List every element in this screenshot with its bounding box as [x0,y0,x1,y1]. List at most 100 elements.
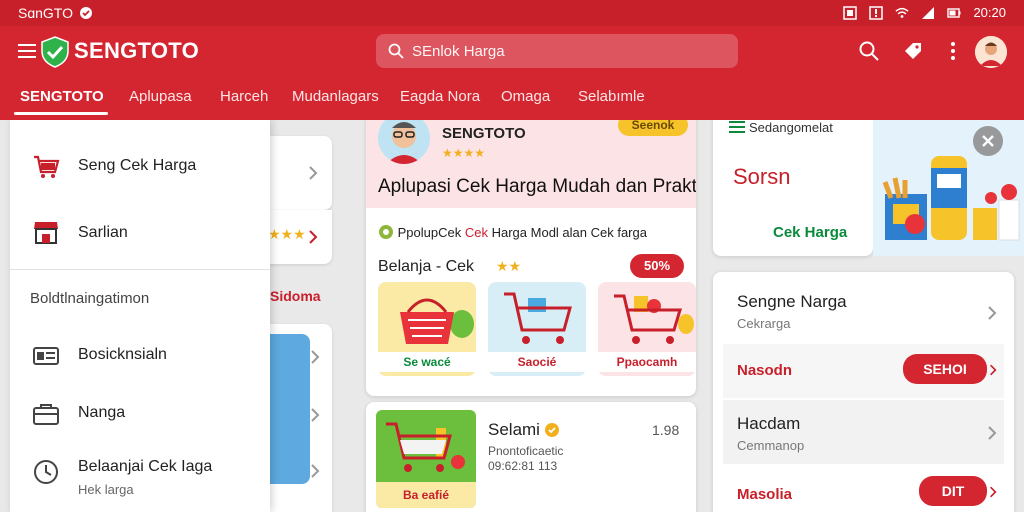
cart-icon [34,155,60,178]
tag-icon[interactable] [902,40,924,62]
chevron-right-icon [311,408,320,422]
tab-selabimle[interactable]: Selabımle [578,88,645,105]
drawer-item-label: Belaanjai Cek Iaga [78,458,213,475]
store-rating: 1.98 [652,422,680,438]
cart-icon [504,292,572,344]
store-tile-label: Ba eafié [376,482,476,508]
shield-check-icon [41,36,69,68]
close-icon [982,135,994,147]
category-tile-1[interactable]: Se wacé [378,282,476,376]
tile-label: Se wacé [378,352,476,372]
list-row-sengne-narga[interactable]: Sengne Narga Cekrarga [723,284,1014,342]
store-icon [34,222,58,244]
discount-badge[interactable]: 50% [630,254,684,278]
drawer-item-nanga[interactable]: Nanga [10,384,270,442]
drawer-item-belaanjai[interactable]: Belaanjai Cek Iaga Hek larga [10,440,270,512]
check-circle-icon [80,7,92,19]
row-link[interactable]: Masolia [737,486,792,503]
hero-badge-label: Seenok [631,120,675,132]
image-icon [843,5,858,20]
row-action-button[interactable]: DIT [919,476,987,506]
hero-subtitle-highlight: Cek [464,225,488,240]
tab-omaga[interactable]: Omaga [501,88,550,105]
hero-subtitle-prefix: PpolupCek [397,225,462,240]
list-icon [729,121,745,133]
tab-aplupasa[interactable]: Aplupasa [129,88,192,105]
card-icon [33,347,59,365]
store-card[interactable]: Ba eafié Selami 1.98 Pnontoficaetic 09:6… [366,402,696,512]
chevron-right-icon [988,426,997,440]
brand-title: SENGTOTO [74,38,200,63]
tile-label: Ppaocamh [598,352,696,372]
row-title: Sengne Narga [737,292,847,311]
verified-icon [545,423,559,437]
hero-title: Aplupasi Cek Harga Mudah dan Praktis [378,176,696,197]
tab-eagda-nora[interactable]: Eagda Nora [400,88,480,105]
list-row-masolia[interactable]: Masolia DIT [723,468,1004,512]
background-link[interactable]: Sidoma [270,288,321,304]
navigation-drawer: Seng Cek Harga Sarlian Boldtlnaingatimon… [10,120,270,512]
list-row-hacdam[interactable]: Hacdam Cemmanop [723,400,1004,464]
store-hours: 09:62:81 113 [488,459,558,473]
person-icon [975,36,1007,68]
hero-subtitle: PpolupCek Cek Harga Modl alan Cek farga [378,224,647,240]
promo-price: Sorsn [733,164,791,189]
hero-badge: Seenok [618,120,688,136]
content-area: ★★★ Sidoma Seng Cek Harga Sarlian Boldtl… [0,120,1024,512]
drawer-item-sarlian[interactable]: Sarlian [10,204,270,262]
basket-icon [400,298,474,344]
status-bar: SɑnGTO 20:20 [0,0,1024,26]
drawer-item-label: Sarlian [78,224,128,241]
chevron-right-icon [309,230,318,244]
search-bar[interactable] [376,34,738,68]
hero-rating-stars: ★★★★ [442,146,486,160]
profile-avatar[interactable] [975,36,1007,68]
promo-cta[interactable]: Cek Harga [773,224,847,241]
chevron-right-icon [990,486,997,498]
right-list-card: Sengne Narga Cekrarga Nasodn SEHOI Hacda… [713,272,1014,512]
store-name: Selami [488,420,540,439]
tab-mudanlagars[interactable]: Mudanlagars [292,88,379,105]
search-icon [388,43,404,59]
status-time: 20:20 [973,5,1006,20]
tab-indicator [14,112,108,115]
chevron-right-icon [309,166,318,180]
row-action-label: DIT [941,483,965,499]
tab-sengtoto[interactable]: SENGTOTO [20,88,104,105]
info-icon [379,225,393,239]
close-button[interactable] [973,126,1003,156]
rating-stars: ★★★ [268,226,306,242]
list-row-nasodn[interactable]: Nasodn SEHOI [723,344,1004,398]
row-link[interactable]: Nasodn [737,362,792,379]
category-tile-2[interactable]: Saocié [488,282,586,376]
row-action-label: SEHOI [923,361,967,377]
signal-icon [922,6,935,19]
clock-icon [34,460,58,484]
drawer-item-label: Seng Cek Harga [78,157,197,174]
menu-icon[interactable] [18,44,36,58]
search-input[interactable] [412,34,722,68]
category-tile-3[interactable]: Ppaocamh [598,282,696,376]
wifi-icon [895,7,910,18]
drawer-item-label: Bosicknsialn [78,346,167,363]
promo-header: Sedangomelat [749,120,833,135]
hero-name: SENGTOTO [442,125,526,142]
more-vertical-icon[interactable] [942,40,964,62]
row-action-button[interactable]: SEHOI [903,354,987,384]
drawer-section-header: Boldtlnaingatimon [30,290,150,307]
tile-label: Saocié [488,352,586,372]
store-address: Pnontoficaetic [488,444,564,458]
battery-icon [947,7,961,18]
chevron-right-icon [311,464,320,478]
drawer-item-sublabel: Hek larga [78,482,134,497]
search-icon[interactable] [858,40,880,62]
chevron-right-icon [988,306,997,320]
drawer-divider [10,269,270,270]
promo-card[interactable]: Sedangomelat Sorsn Cek Harga [713,120,873,256]
row-title: Hacdam [737,414,801,433]
drawer-item-cek-harga[interactable]: Seng Cek Harga [10,137,270,195]
row-subtitle: Cekrarga [737,316,791,331]
hero-card[interactable]: SENGTOTO ★★★★ Seenok Aplupasi Cek Harga … [366,120,696,396]
drawer-item-bosicknsialn[interactable]: Bosicknsialn [10,326,270,384]
tab-harceh[interactable]: Harceh [220,88,268,105]
